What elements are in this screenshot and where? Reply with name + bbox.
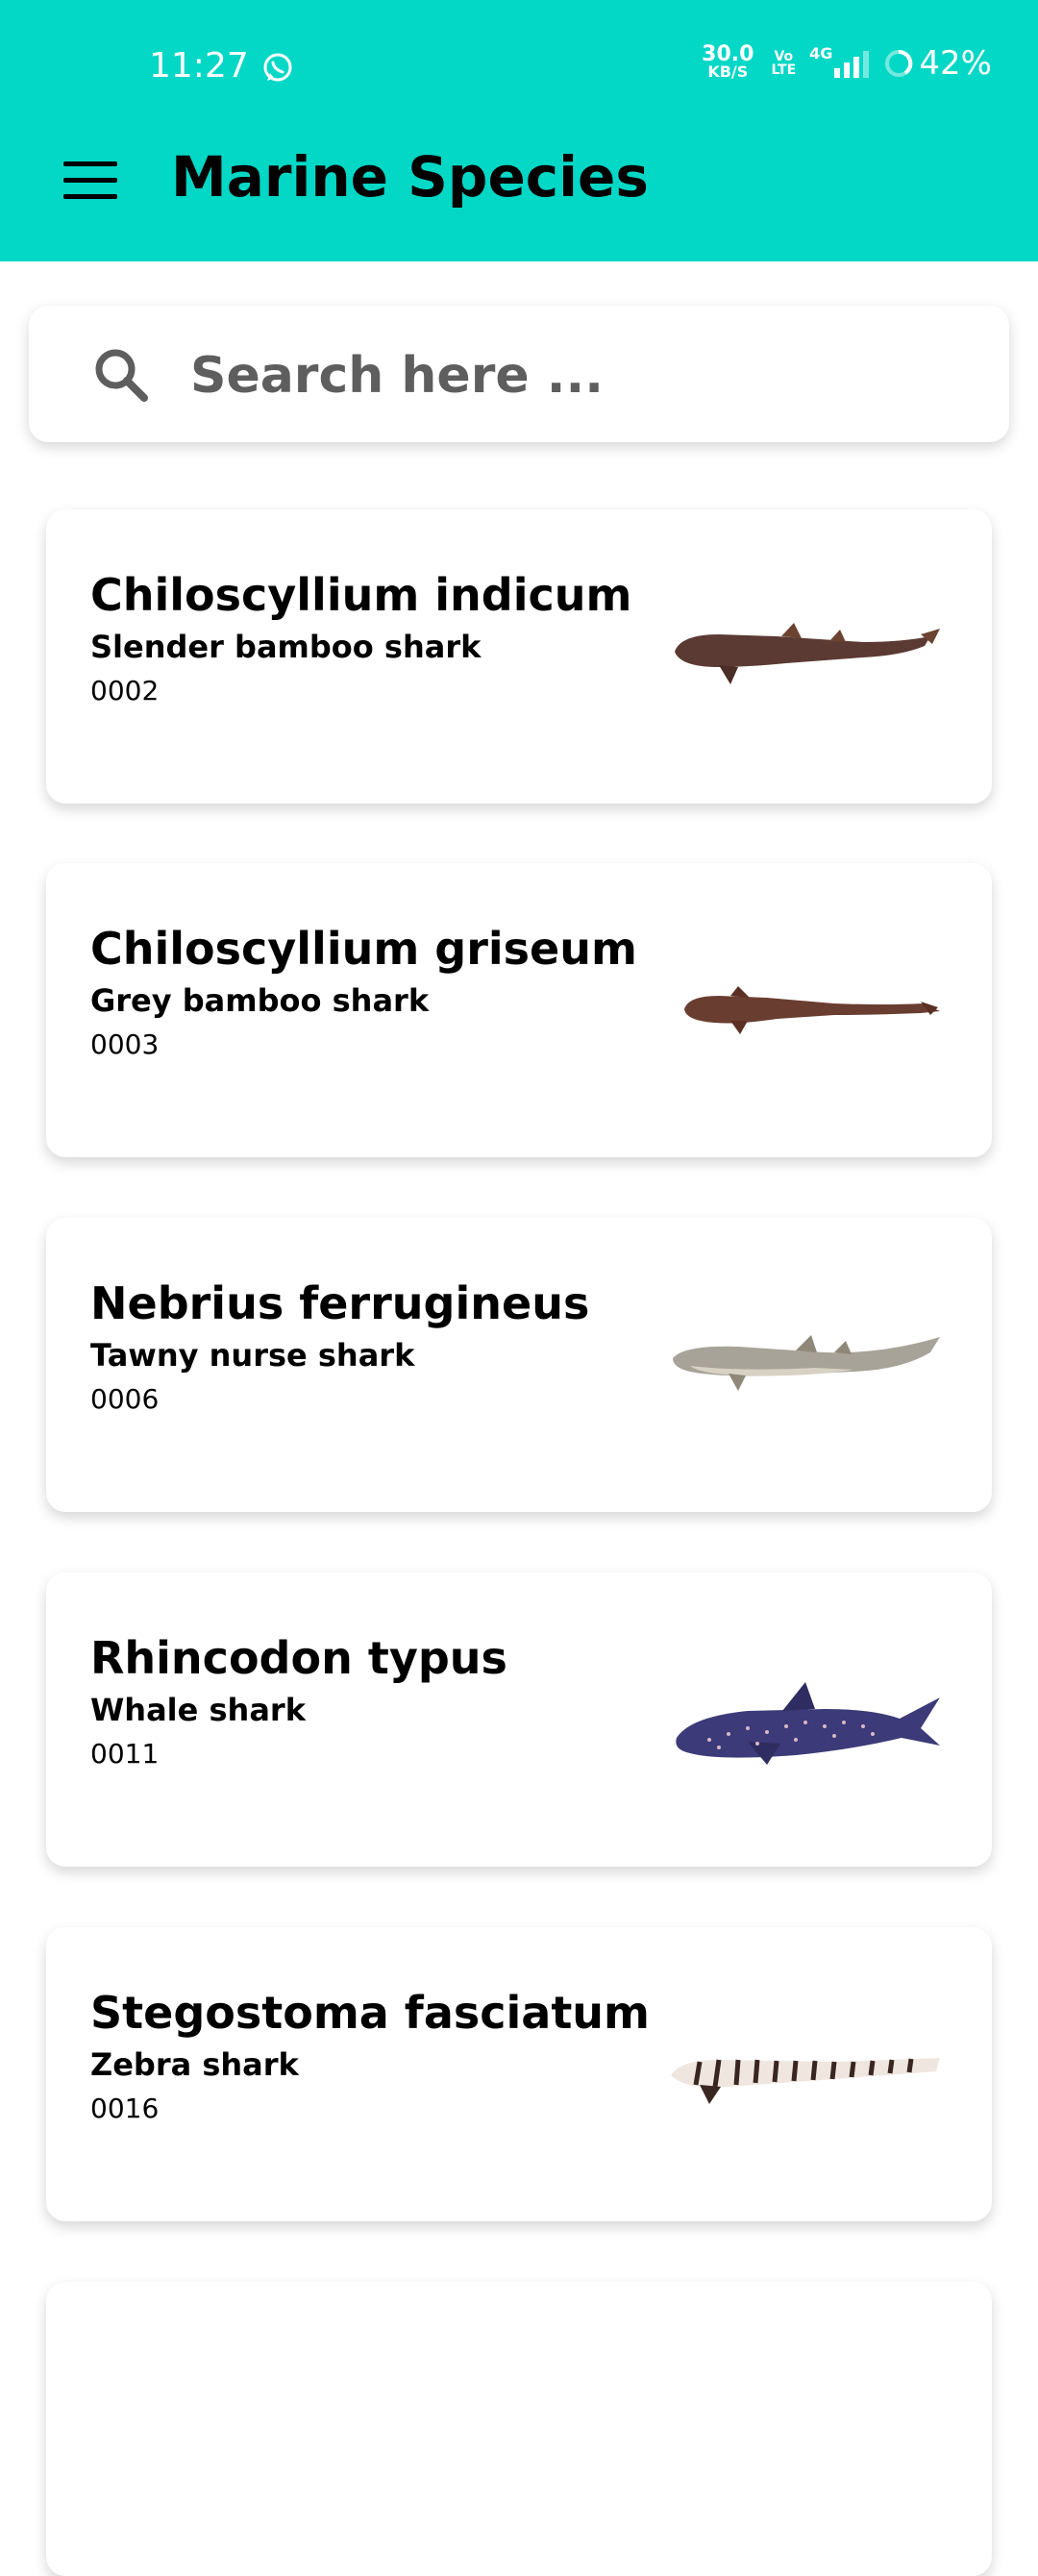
common-name: Zebra shark: [90, 2046, 299, 2083]
battery-percent: 42%: [919, 44, 992, 83]
whale-shark-image: [676, 1682, 940, 1765]
volte-bottom: LTE: [771, 62, 797, 78]
search-input[interactable]: [188, 334, 961, 417]
tawny-nurse-shark-image: [673, 1335, 940, 1391]
network-type: 4G: [809, 44, 833, 62]
status-time: 11:27: [149, 46, 249, 86]
menu-icon[interactable]: [63, 161, 117, 200]
common-name: Whale shark: [90, 1692, 306, 1728]
species-code: 0002: [90, 675, 160, 706]
common-name: Tawny nurse shark: [90, 1337, 415, 1374]
scientific-name: Rhincodon typus: [90, 1632, 507, 1684]
page-title: Marine Species: [171, 144, 649, 210]
volte-indicator: Vo LTE: [771, 50, 796, 77]
species-card[interactable]: Stegostoma fasciatum Zebra shark 0016: [46, 1927, 992, 2221]
signal-icon: [834, 49, 870, 78]
species-card[interactable]: Rhincodon typus Whale shark 0011: [46, 1573, 992, 1867]
whatsapp-icon: [263, 53, 292, 82]
common-name: Slender bamboo shark: [90, 629, 482, 665]
scientific-name: Chiloscyllium indicum: [90, 569, 632, 621]
species-card[interactable]: Nebrius ferrugineus Tawny nurse shark 00…: [46, 1218, 992, 1512]
scientific-name: Stegostoma fasciatum: [90, 1987, 650, 2039]
speed-unit: KB/S: [707, 62, 749, 81]
species-code: 0006: [90, 1383, 160, 1415]
zebra-shark-image: [671, 2058, 940, 2104]
common-name: Grey bamboo shark: [90, 982, 430, 1019]
species-code: 0003: [90, 1028, 160, 1060]
species-code: 0011: [90, 1738, 160, 1770]
species-card[interactable]: [46, 2282, 992, 2576]
status-indicators: 30.0 KB/S Vo LTE 4G 42%: [702, 42, 992, 84]
search-box[interactable]: [29, 306, 1009, 442]
species-card[interactable]: Chiloscyllium indicum Slender bamboo sha…: [46, 509, 992, 804]
network-speed: 30.0 KB/S: [702, 42, 754, 81]
battery-icon: [885, 49, 913, 77]
species-code: 0016: [90, 2093, 160, 2124]
scientific-name: Chiloscyllium griseum: [90, 923, 637, 975]
species-card[interactable]: Chiloscyllium griseum Grey bamboo shark …: [46, 863, 992, 1157]
speed-value: 30.0: [702, 42, 754, 66]
grey-bamboo-shark-image: [684, 986, 940, 1034]
scientific-name: Nebrius ferrugineus: [90, 1277, 590, 1329]
app-bar: 11:27 30.0 KB/S Vo LTE 4G 42% Marine Spe…: [0, 0, 1038, 261]
search-icon: [95, 349, 148, 402]
slender-bamboo-shark-image: [675, 623, 940, 684]
volte-top: Vo: [774, 49, 794, 64]
